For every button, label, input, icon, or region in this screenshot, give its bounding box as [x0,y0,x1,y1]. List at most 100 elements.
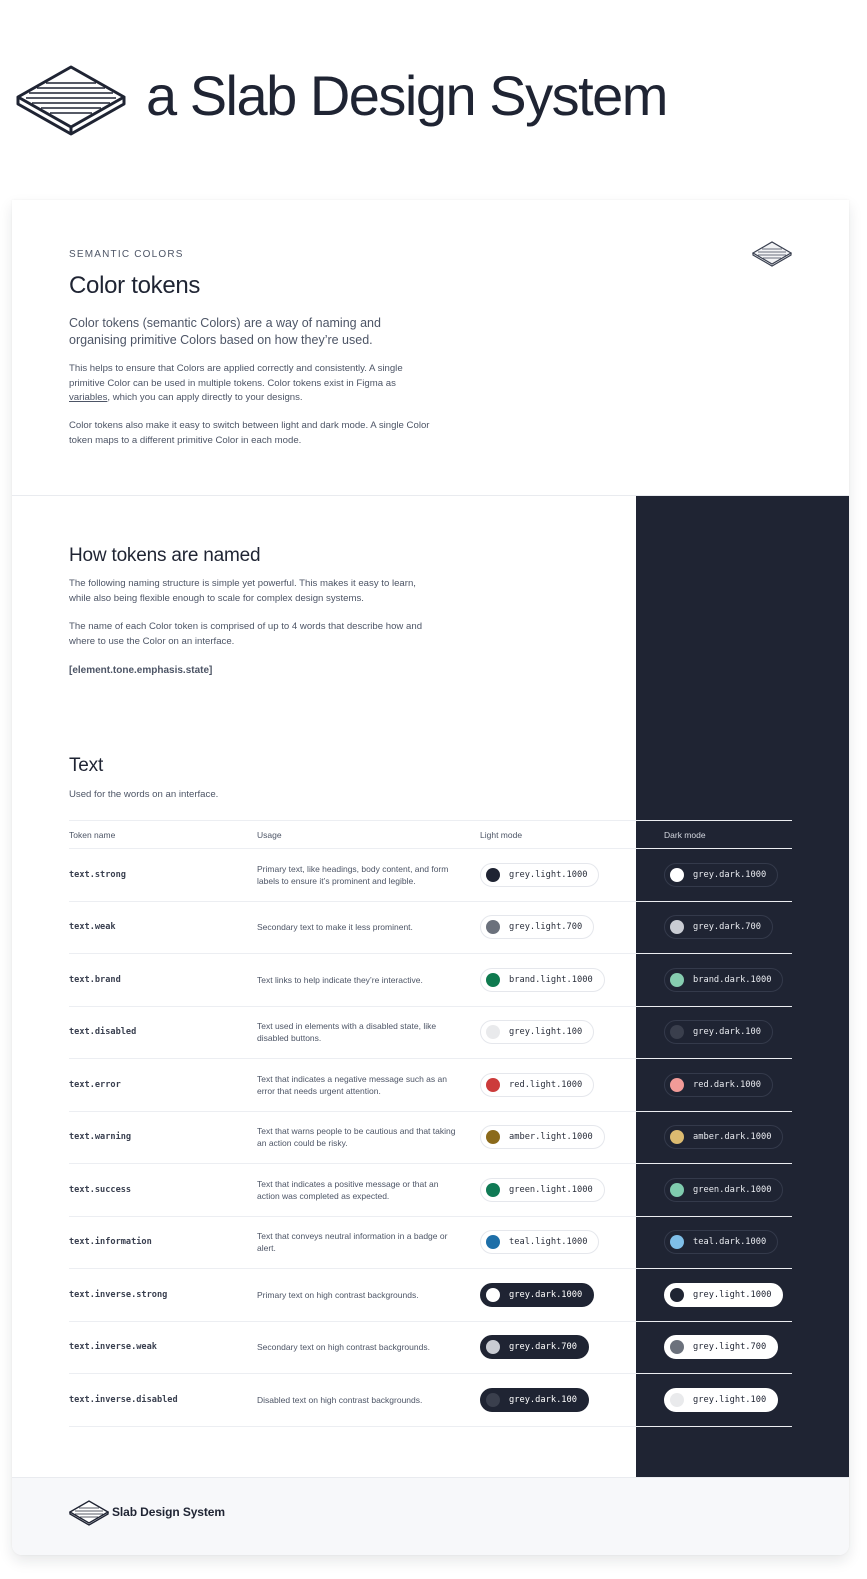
token-usage: Secondary text on high contrast backgrou… [257,1342,430,1353]
naming-paragraph-2: The name of each Color token is comprise… [69,621,423,647]
light-mode-token: grey.light.100 [480,1020,595,1045]
primitive-color-label: grey.dark.100 [693,1027,761,1038]
primitive-color-label: green.dark.1000 [693,1184,772,1195]
dark-mode-token: grey.light.1000 [664,1282,784,1307]
token-usage: Primary text, like headings, body conten… [257,863,449,886]
primitive-color-label: teal.dark.1000 [693,1237,767,1248]
token-usage: Secondary text to make it less prominent… [257,922,413,933]
color-swatch [670,1392,684,1407]
primitive-color-label: amber.dark.1000 [693,1132,772,1143]
color-swatch [486,1392,500,1407]
color-swatch [670,867,684,882]
token-usage: Primary text on high contrast background… [257,1289,419,1300]
variables-link[interactable]: variables [69,392,107,403]
text-section-title: Text [69,755,104,776]
token-name: text.information [69,1237,152,1248]
naming-title: How tokens are named [69,545,261,566]
table-header: Token name Usage Light mode Dark mode [69,820,792,849]
token-usage: Text that indicates a negative message s… [257,1073,447,1096]
table-row: text.information Text that conveys neutra… [69,1217,792,1269]
primitive-color-label: grey.dark.700 [693,922,761,933]
dark-mode-token: green.dark.1000 [664,1177,784,1202]
naming-structure: [element.tone.emphasis.state] [69,665,213,676]
header-token-name: Token name [69,830,116,840]
table-row: text.inverse.disabled Disabled text on hi… [69,1374,792,1427]
intro-paragraph-2: Color tokens also make it easy to switch… [69,420,430,446]
table-body: text.strong Primary text, like headings, … [69,849,792,1427]
token-table: Token name Usage Light mode Dark mode te… [69,820,792,1427]
hero-header: a Slab Design System [0,0,867,200]
primitive-color-label: grey.light.100 [509,1027,583,1038]
primitive-color-label: amber.light.1000 [509,1132,593,1143]
header-light-mode: Light mode [480,830,523,840]
naming-paragraph: The following naming structure is simple… [69,578,416,604]
dark-mode-token: grey.light.100 [664,1387,779,1412]
token-usage: Text that warns people to be cautious an… [257,1126,456,1149]
primitive-color-label: grey.light.1000 [693,1289,772,1300]
color-swatch [486,920,500,935]
token-name: text.success [69,1184,132,1195]
token-name: text.weak [69,922,116,933]
text-section-subtitle: Used for the words on an interface. [69,789,219,800]
light-mode-token: grey.dark.100 [480,1387,589,1412]
color-swatch [486,1130,500,1145]
token-name: text.error [69,1079,121,1090]
token-usage: Text used in elements with a disabled st… [257,1021,437,1044]
token-usage: Text links to help indicate they’re inte… [257,974,423,985]
color-swatch [670,1182,684,1197]
header-dark-mode: Dark mode [664,830,706,840]
primitive-color-label: grey.light.700 [693,1342,767,1353]
section-title: Color tokens [69,272,201,299]
footer-brand-name: Slab Design System [112,1505,225,1519]
dark-mode-token: grey.light.700 [664,1335,779,1360]
light-mode-token: grey.light.700 [480,915,595,940]
color-swatch [486,867,500,882]
color-swatch [670,1235,684,1250]
primitive-color-label: red.dark.1000 [693,1079,761,1090]
section-eyebrow: SEMANTIC COLORS [69,249,184,260]
color-swatch [486,972,500,987]
color-swatch [486,1182,500,1197]
light-mode-token: grey.dark.1000 [480,1282,595,1307]
token-usage: Disabled text on high contrast backgroun… [257,1394,423,1405]
slab-logo-icon [69,1500,109,1526]
color-swatch [486,1025,500,1040]
color-swatch [670,1025,684,1040]
token-name: text.strong [69,869,126,880]
token-name: text.inverse.strong [69,1289,168,1300]
slab-logo-icon [16,65,126,136]
token-usage: Text that indicates a positive message o… [257,1178,439,1201]
color-swatch [486,1287,500,1302]
primitive-color-label: teal.light.1000 [509,1237,588,1248]
primitive-color-label: grey.light.1000 [509,869,588,880]
dark-mode-token: red.dark.1000 [664,1072,773,1097]
table-row: text.weak Secondary text to make it less … [69,902,792,954]
intro-paragraph: This helps to ensure that Colors are app… [69,362,439,406]
color-swatch [486,1340,500,1355]
primitive-color-label: grey.dark.1000 [693,869,767,880]
token-name: text.warning [69,1132,132,1143]
footer: Slab Design System [12,1477,849,1555]
content-card: SEMANTIC COLORS Color tokens Color token… [12,200,849,1555]
light-mode-token: brand.light.1000 [480,967,605,992]
page-title: a Slab Design System [146,64,668,127]
color-swatch [486,1077,500,1092]
color-swatch [670,1340,684,1355]
dark-mode-token: teal.dark.1000 [664,1230,779,1255]
table-row: text.warning Text that warns people to be… [69,1112,792,1164]
token-usage: Text that conveys neutral information in… [257,1231,448,1254]
color-swatch [670,972,684,987]
table-row: text.inverse.weak Secondary text on high … [69,1322,792,1374]
primitive-color-label: grey.light.100 [693,1394,767,1405]
dark-mode-token: grey.dark.100 [664,1020,773,1045]
table-row: text.disabled Text used in elements with … [69,1007,792,1059]
token-name: text.inverse.weak [69,1342,157,1353]
intro-text: This helps to ensure that Colors are app… [69,363,403,389]
primitive-color-label: grey.light.700 [509,922,583,933]
primitive-color-label: grey.dark.1000 [509,1289,583,1300]
primitive-color-label: brand.dark.1000 [693,974,772,985]
token-name: text.brand [69,974,121,985]
header-usage: Usage [257,830,282,840]
light-mode-token: green.light.1000 [480,1177,605,1202]
primitive-color-label: brand.light.1000 [509,974,593,985]
